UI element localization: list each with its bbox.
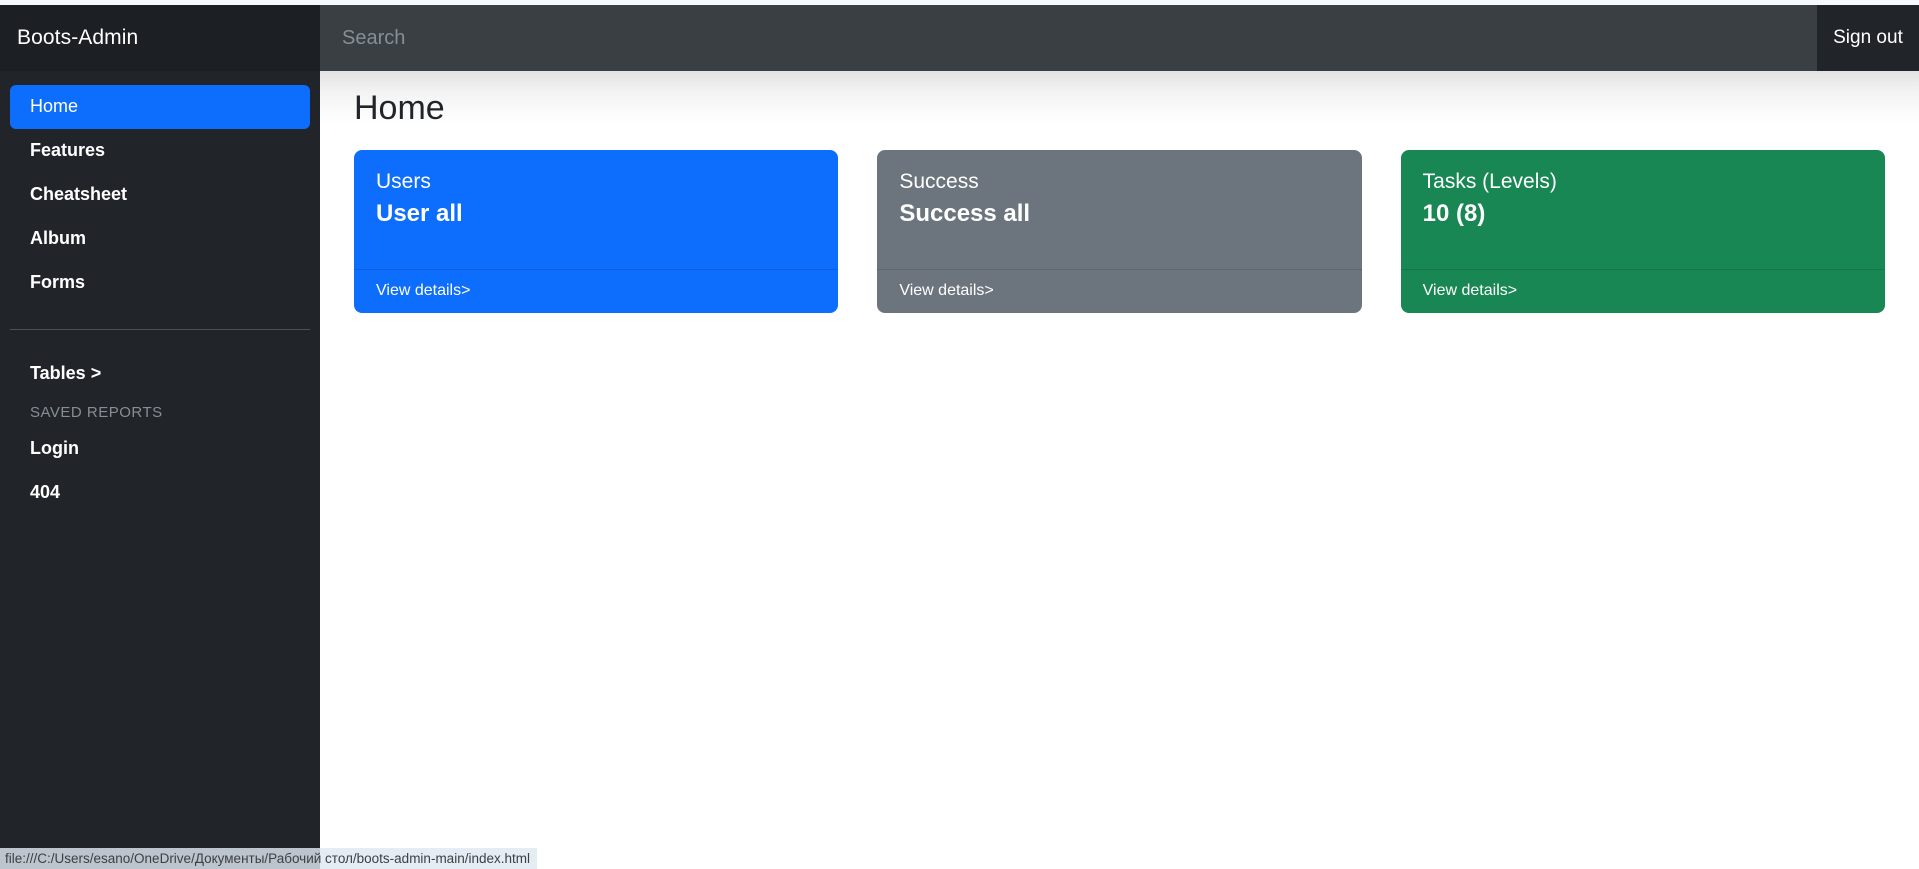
page-title: Home (354, 89, 445, 127)
card-value: User all (376, 200, 463, 228)
card-value: 10 (8) (1422, 200, 1486, 228)
main-content: Home Users User all View details> Succes… (320, 71, 1919, 869)
card-body: Tasks (Levels) 10 (8) (1401, 150, 1885, 269)
sidebar-section-saved-reports: SAVED REPORTS (30, 404, 163, 421)
brand-logo[interactable]: Boots-Admin (0, 5, 320, 71)
view-details-link[interactable]: View details> (1423, 282, 1517, 300)
view-details-link[interactable]: View details> (376, 282, 470, 300)
sidebar-item-label: Tables > (30, 363, 102, 383)
sidebar-item-login[interactable]: Login (10, 427, 310, 471)
sidebar-item-label: Album (30, 228, 86, 248)
sign-out-label: Sign out (1833, 27, 1903, 48)
app-root: Boots-Admin Sign out Home Features Cheat… (0, 0, 1919, 869)
card-footer[interactable]: View details> (354, 269, 839, 313)
sidebar-item-home[interactable]: Home (10, 85, 310, 129)
sidebar-item-label: Features (30, 140, 106, 160)
sidebar-item-forms[interactable]: Forms (10, 261, 310, 305)
search-input[interactable] (320, 5, 1817, 71)
card-footer[interactable]: View details> (877, 269, 1362, 313)
sidebar-divider (10, 329, 310, 330)
sidebar: Home Features Cheatsheet Album Forms Tab… (0, 71, 320, 869)
sidebar-item-label: Home (30, 96, 79, 116)
dashboard-cards-row: Users User all View details> Success Suc… (354, 150, 1919, 314)
sidebar-item-label: Cheatsheet (30, 184, 128, 204)
browser-status-bar-url: file:///C:/Users/esano/OneDrive/Документ… (0, 848, 537, 869)
sign-out-button[interactable]: Sign out (1817, 5, 1919, 71)
card-users[interactable]: Users User all View details> (354, 150, 839, 314)
brand-label: Boots-Admin (17, 26, 139, 49)
card-body: Users User all (354, 150, 838, 269)
sidebar-item-label: 404 (30, 482, 61, 502)
top-navbar: Boots-Admin Sign out (0, 5, 1919, 71)
card-label: Tasks (Levels) (1422, 170, 1557, 194)
card-value: Success all (899, 200, 1031, 228)
sidebar-item-album[interactable]: Album (10, 217, 310, 261)
search-container (320, 5, 1817, 71)
card-body: Success Success all (877, 150, 1361, 269)
card-tasks-levels[interactable]: Tasks (Levels) 10 (8) View details> (1400, 150, 1885, 314)
card-success[interactable]: Success Success all View details> (877, 150, 1362, 314)
sidebar-item-label: Forms (30, 272, 86, 292)
sidebar-item-cheatsheet[interactable]: Cheatsheet (10, 173, 310, 217)
view-details-link[interactable]: View details> (899, 282, 993, 300)
card-label: Users (376, 170, 431, 194)
sidebar-item-404[interactable]: 404 (10, 471, 310, 515)
card-footer[interactable]: View details> (1400, 269, 1885, 313)
sidebar-item-tables[interactable]: Tables > (10, 352, 310, 396)
sidebar-item-label: Login (30, 438, 79, 458)
card-label: Success (899, 170, 979, 194)
sidebar-item-features[interactable]: Features (10, 129, 310, 173)
